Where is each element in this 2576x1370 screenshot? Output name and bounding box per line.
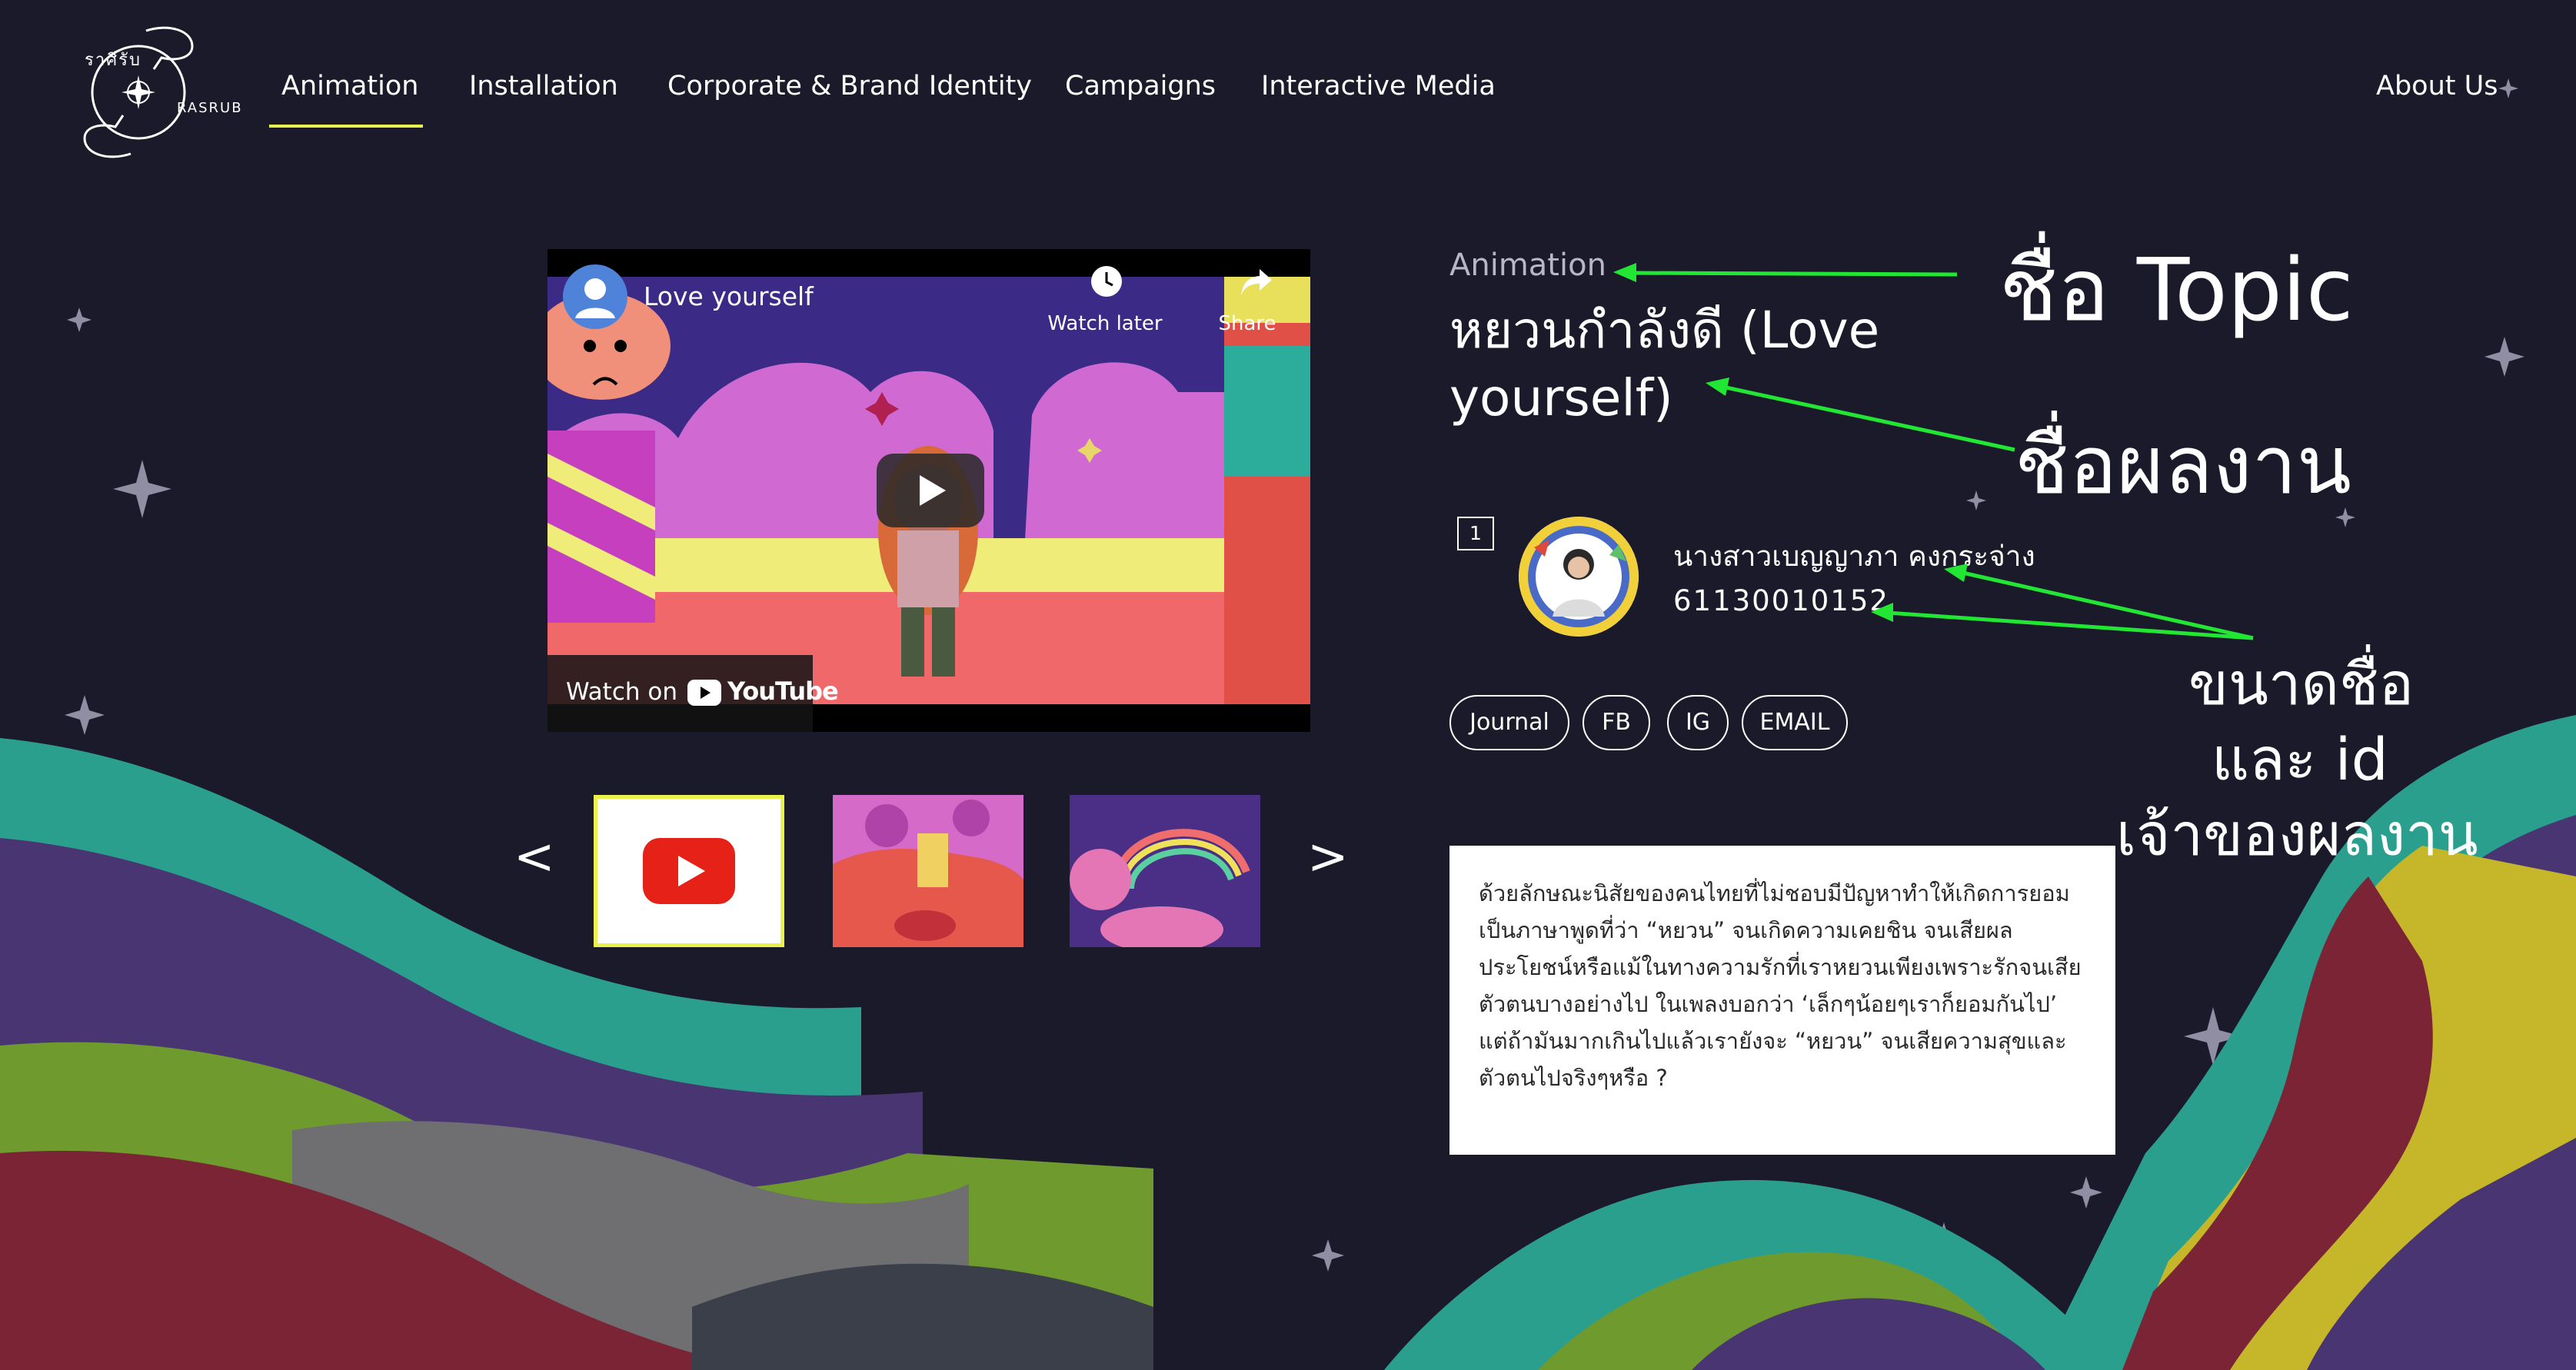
annotation-work-label: ชื่อผลงาน — [2015, 418, 2351, 512]
annotation-owner-label-3: เจ้าของผลงาน — [2116, 800, 2478, 869]
annotation-topic-label: ชื่อ Topic — [1999, 241, 2354, 341]
